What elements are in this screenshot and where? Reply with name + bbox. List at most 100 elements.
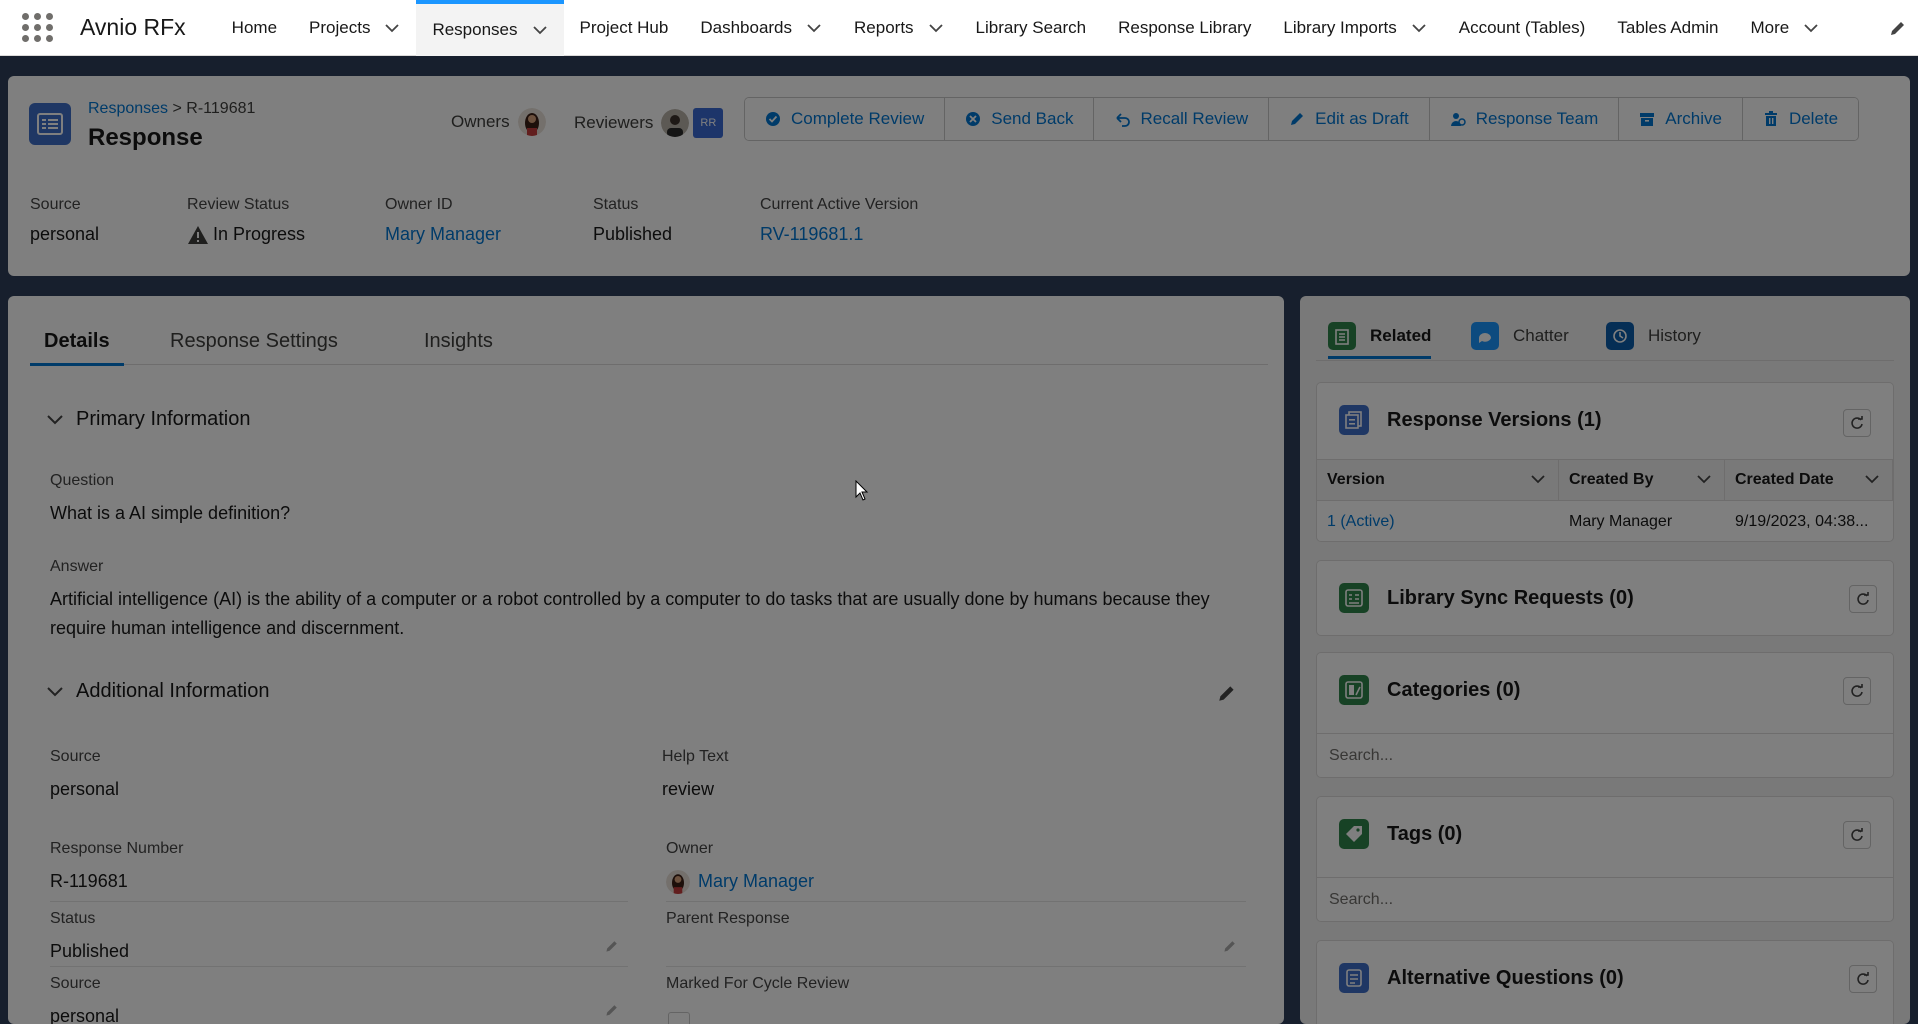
action-label: Complete Review	[791, 109, 925, 128]
chevron-down-icon[interactable]	[806, 20, 822, 36]
refresh-versions-button[interactable]	[1843, 409, 1871, 437]
chevron-down-icon[interactable]	[1411, 20, 1427, 36]
nav-item-library-imports[interactable]: Library Imports	[1267, 0, 1442, 56]
nav-item-project-hub[interactable]: Project Hub	[564, 0, 685, 56]
nav-item-label: Account (Tables)	[1458, 17, 1586, 37]
nav-item-home[interactable]: Home	[216, 0, 293, 56]
close-circle-icon	[966, 112, 981, 126]
tags-title[interactable]: Tags (0)	[1387, 823, 1462, 846]
related-list-alternative-questions: Alternative Questions (0)	[1316, 940, 1894, 1024]
side-tab-chatter[interactable]: Chatter	[1471, 322, 1569, 350]
highlight-source: Source personal	[30, 196, 99, 245]
side-tab-history[interactable]: History	[1606, 322, 1701, 350]
edit-as-draft-button[interactable]: Edit as Draft	[1268, 98, 1429, 140]
edit-nav-icon[interactable]	[1888, 18, 1908, 38]
field-owner-link[interactable]: Mary Manager	[698, 867, 814, 896]
edit-parent-response-pencil-icon[interactable]	[1222, 938, 1238, 954]
tab-insights[interactable]: Insights	[424, 330, 493, 363]
nav-item-more[interactable]: More	[1734, 0, 1835, 56]
nav-item-responses[interactable]: Responses	[416, 0, 564, 56]
nav-item-label: Response Library	[1118, 17, 1252, 37]
refresh-categories-button[interactable]	[1843, 677, 1871, 705]
action-label: Archive	[1665, 109, 1722, 128]
pencil-icon	[1291, 113, 1304, 125]
chevron-down-icon[interactable]	[1803, 20, 1819, 36]
complete-review-button[interactable]: Complete Review	[745, 98, 945, 140]
categories-search-input[interactable]: Search...	[1317, 733, 1893, 777]
reviewers-group: Reviewers RR	[574, 108, 724, 138]
field-question-label: Question	[50, 472, 115, 489]
versions-icon	[1339, 405, 1369, 435]
column-header-version[interactable]: Version	[1317, 460, 1559, 500]
chevron-down-icon[interactable]	[384, 20, 400, 36]
send-back-button[interactable]: Send Back	[944, 98, 1094, 140]
highlight-owner-id-link[interactable]: Mary Manager	[385, 224, 501, 245]
nav-item-label: Dashboards	[700, 17, 793, 37]
action-label: Delete	[1788, 109, 1839, 128]
additional-information-section-toggle[interactable]: Additional Information	[46, 680, 269, 703]
reviewer-avatar[interactable]	[661, 109, 690, 137]
refresh-alternative-questions-button[interactable]	[1849, 965, 1877, 993]
nav-item-dashboards[interactable]: Dashboards	[684, 0, 838, 56]
highlight-review-status-row: In Progress	[187, 224, 305, 245]
alternative-questions-title[interactable]: Alternative Questions (0)	[1387, 967, 1624, 990]
archive-icon	[1640, 113, 1655, 126]
response-team-button[interactable]: Response Team	[1428, 98, 1619, 140]
archive-button[interactable]: Archive	[1618, 98, 1742, 140]
delete-button[interactable]: Delete	[1741, 98, 1859, 140]
marked-cycle-review-checkbox[interactable]	[668, 1012, 690, 1024]
refresh-sync-button[interactable]	[1849, 585, 1877, 613]
edit-source-pencil-icon[interactable]	[604, 1002, 620, 1018]
nav-item-response-library[interactable]: Response Library	[1102, 0, 1267, 56]
owner-avatar[interactable]	[517, 108, 546, 136]
highlight-owner-id: Owner ID Mary Manager	[385, 196, 501, 245]
field-owner-row: Mary Manager	[666, 867, 814, 896]
details-tabs: Details Response Settings Insights	[30, 330, 1268, 366]
versions-table-header: Version Created By Created Date	[1317, 459, 1893, 501]
nav-item-tables-admin[interactable]: Tables Admin	[1601, 0, 1734, 56]
column-header-created-by[interactable]: Created By	[1559, 460, 1725, 500]
nav-item-library-search[interactable]: Library Search	[960, 0, 1103, 56]
app-name: Avnio RFx	[80, 14, 186, 40]
highlight-active-version-link[interactable]: RV-119681.1	[760, 224, 918, 245]
version-created-date: 9/19/2023, 04:38...	[1735, 513, 1869, 530]
related-list-response-versions: Response Versions (1) Version Created By…	[1316, 382, 1894, 542]
nav-item-reports[interactable]: Reports	[838, 0, 960, 56]
tags-search-input[interactable]: Search...	[1317, 877, 1893, 921]
field-help-text-label: Help Text	[662, 748, 729, 765]
related-panel: Related Chatter History Response Versions …	[1300, 296, 1910, 1024]
highlight-source-value: personal	[30, 224, 100, 244]
app-launcher-icon[interactable]	[22, 12, 54, 44]
edit-status-pencil-icon[interactable]	[604, 938, 620, 954]
tab-response-settings[interactable]: Response Settings	[170, 330, 338, 363]
column-header-created-date[interactable]: Created Date	[1725, 460, 1893, 500]
field-status-value: Published	[50, 941, 130, 961]
version-link[interactable]: 1 (Active)	[1327, 513, 1395, 531]
field-source-value: personal	[50, 779, 120, 799]
library-sync-title[interactable]: Library Sync Requests (0)	[1387, 587, 1634, 610]
highlight-owner-id-label: Owner ID	[385, 196, 453, 213]
tab-details[interactable]: Details	[30, 330, 124, 366]
chevron-down-icon[interactable]	[532, 22, 548, 38]
chevron-down-icon	[1865, 475, 1879, 484]
field-status: Status Published	[50, 910, 129, 966]
reviewer-initials-avatar[interactable]: RR	[693, 108, 724, 138]
nav-item-projects[interactable]: Projects	[293, 0, 416, 56]
highlight-source-label: Source	[30, 196, 81, 213]
field-response-number: Response Number R-119681	[50, 840, 183, 896]
field-divider	[666, 966, 1246, 967]
edit-section-pencil-icon[interactable]	[1216, 682, 1238, 704]
field-parent-response: Parent Response	[666, 910, 790, 937]
response-versions-title[interactable]: Response Versions (1)	[1387, 409, 1602, 432]
breadcrumb-link-responses[interactable]: Responses	[88, 100, 168, 117]
field-divider	[666, 901, 1246, 902]
recall-review-button[interactable]: Recall Review	[1093, 98, 1269, 140]
categories-title[interactable]: Categories (0)	[1387, 679, 1520, 702]
refresh-icon	[1851, 416, 1863, 429]
side-tab-related[interactable]: Related	[1328, 322, 1432, 359]
chevron-down-icon[interactable]	[928, 20, 944, 36]
nav-item-account-tables[interactable]: Account (Tables)	[1443, 0, 1602, 56]
primary-information-section-toggle[interactable]: Primary Information	[46, 408, 251, 431]
refresh-tags-button[interactable]	[1843, 821, 1871, 849]
breadcrumb-record-id: R-119681	[186, 100, 256, 117]
